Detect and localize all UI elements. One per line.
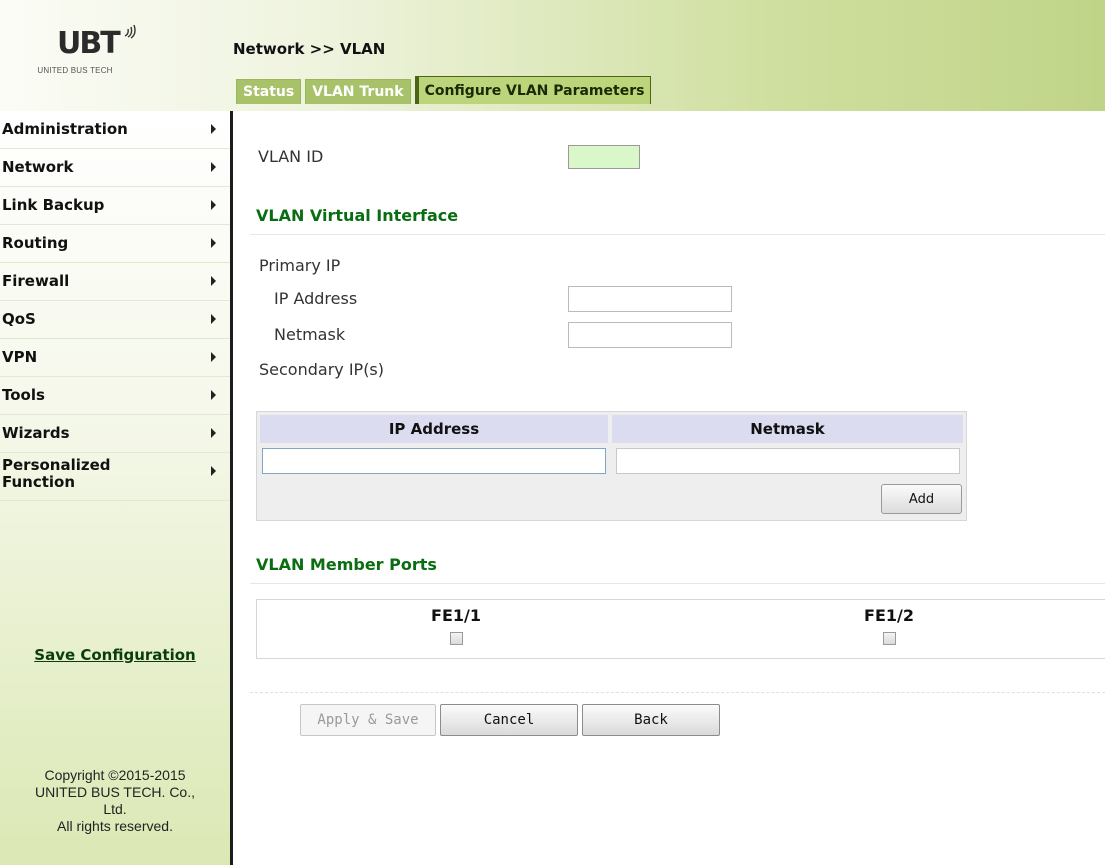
secondary-netmask-input[interactable] (616, 448, 960, 474)
add-button[interactable]: Add (881, 484, 962, 514)
netmask-label: Netmask (274, 325, 346, 344)
vlan-id-label: VLAN ID (258, 147, 324, 166)
wireless-signal-icon (124, 24, 136, 39)
breadcrumb: Network >> VLAN (233, 40, 386, 58)
copyright-line: All rights reserved. (57, 818, 173, 834)
copyright-line: Ltd. (103, 801, 127, 817)
sidebar-item-administration[interactable]: Administration (0, 111, 230, 149)
chevron-right-icon (211, 314, 216, 324)
sidebar-item-label: Network (2, 158, 74, 176)
sidebar-item-wizards[interactable]: Wizards (0, 415, 230, 453)
column-header-ip-address: IP Address (260, 415, 608, 443)
sidebar-item-personalized-function[interactable]: Personalized Function (0, 453, 230, 501)
sidebar-item-label: Wizards (2, 424, 70, 442)
chevron-right-icon (211, 124, 216, 134)
port-checkbox-fe1-1[interactable] (449, 632, 463, 645)
divider (250, 692, 1105, 693)
save-configuration-link[interactable]: Save Configuration (0, 646, 230, 664)
company-logo: UBT UNITED BUS TECH (0, 0, 233, 111)
primary-ip-label: Primary IP (259, 256, 341, 275)
sidebar-item-label: Administration (2, 120, 128, 138)
secondary-ip-table: IP Address Netmask Add (256, 411, 967, 521)
sidebar-item-link-backup[interactable]: Link Backup (0, 187, 230, 225)
sidebar-item-routing[interactable]: Routing (0, 225, 230, 263)
chevron-right-icon (211, 428, 216, 438)
sidebar-item-vpn[interactable]: VPN (0, 339, 230, 377)
back-button[interactable]: Back (582, 704, 720, 736)
sidebar-item-label: QoS (2, 310, 36, 328)
sidebar-item-label: VPN (2, 348, 38, 366)
ip-address-label: IP Address (274, 289, 358, 308)
logo-mark: UBT (57, 26, 121, 61)
ip-address-input[interactable] (568, 286, 732, 312)
chevron-right-icon (211, 200, 216, 210)
tab-vlan-trunk[interactable]: VLAN Trunk (305, 79, 411, 104)
chevron-right-icon (211, 162, 216, 172)
copyright-line: Copyright ©2015-2015 (44, 767, 186, 783)
sidebar-item-label: Firewall (2, 272, 70, 290)
sidebar-item-label: Link Backup (2, 196, 105, 214)
divider (250, 234, 1105, 235)
tab-bar: Status VLAN Trunk Configure VLAN Paramet… (236, 74, 655, 104)
member-ports-title: VLAN Member Ports (256, 555, 437, 574)
member-ports-box: FE1/1 FE1/2 (256, 599, 1105, 659)
chevron-right-icon (211, 390, 216, 400)
port-checkbox-fe1-2[interactable] (882, 632, 896, 645)
company-subtitle: UNITED BUS TECH (37, 66, 113, 75)
vlan-id-input[interactable] (568, 145, 640, 169)
sidebar-item-tools[interactable]: Tools (0, 377, 230, 415)
sidebar-item-network[interactable]: Network (0, 149, 230, 187)
sidebar: Administration Network Link Backup Routi… (0, 111, 233, 865)
page-header: UBT UNITED BUS TECH Network >> VLAN Stat… (0, 0, 1105, 111)
sidebar-item-label: Personalized Function (2, 456, 111, 491)
tab-configure-vlan-parameters[interactable]: Configure VLAN Parameters (414, 76, 652, 104)
netmask-input[interactable] (568, 322, 732, 348)
apply-save-button[interactable]: Apply & Save (300, 704, 436, 736)
sidebar-item-qos[interactable]: QoS (0, 301, 230, 339)
divider (250, 583, 1105, 584)
chevron-right-icon (211, 352, 216, 362)
port-fe1-2: FE1/2 (854, 606, 924, 645)
copyright-line: UNITED BUS TECH. Co., (35, 784, 195, 800)
secondary-ip-label: Secondary IP(s) (259, 360, 385, 379)
cancel-button[interactable]: Cancel (440, 704, 578, 736)
chevron-right-icon (211, 466, 216, 476)
column-header-netmask: Netmask (612, 415, 963, 443)
tab-status[interactable]: Status (236, 79, 302, 104)
copyright-text: Copyright ©2015-2015 UNITED BUS TECH. Co… (0, 767, 230, 835)
port-fe1-1: FE1/1 (421, 606, 491, 645)
secondary-ip-address-input[interactable] (262, 448, 606, 474)
chevron-right-icon (211, 276, 216, 286)
sidebar-item-label: Tools (2, 386, 45, 404)
main-content: VLAN ID VLAN Virtual Interface Primary I… (236, 111, 1105, 865)
port-name: FE1/1 (431, 606, 481, 625)
port-name: FE1/2 (864, 606, 914, 625)
virtual-interface-title: VLAN Virtual Interface (256, 206, 459, 225)
chevron-right-icon (211, 238, 216, 248)
sidebar-item-firewall[interactable]: Firewall (0, 263, 230, 301)
sidebar-item-label: Routing (2, 234, 69, 252)
